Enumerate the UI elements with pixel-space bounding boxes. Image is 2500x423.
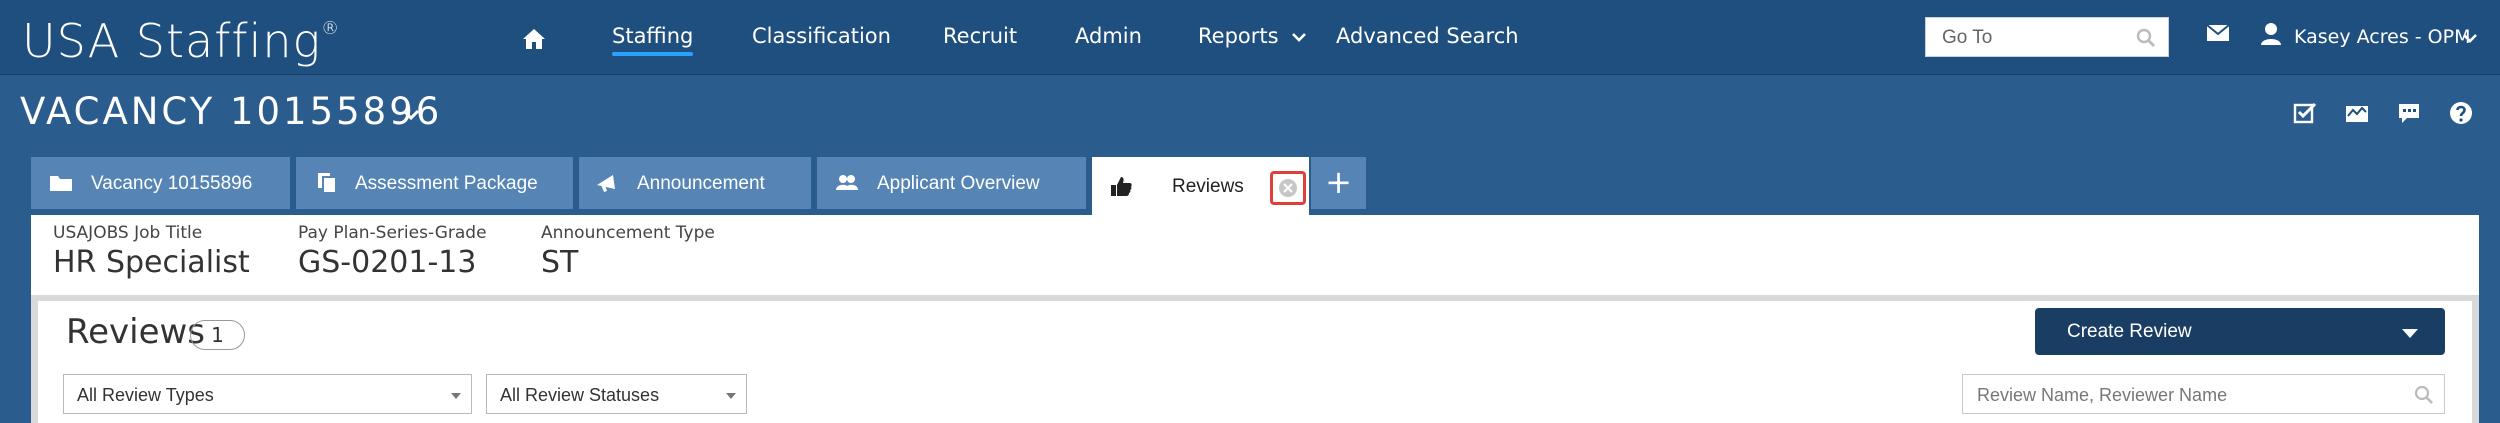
chevron-down-icon (1292, 33, 1307, 42)
home-icon[interactable] (522, 28, 546, 50)
job-title-value: HR Specialist (53, 245, 250, 280)
comment-icon[interactable] (2397, 101, 2421, 125)
reviews-panel: Reviews 1 Create Review All Review Types… (31, 295, 2479, 423)
announcement-type-value: ST (541, 245, 579, 280)
nav-reports[interactable]: Reports (1198, 24, 1307, 48)
nav-advanced-search[interactable]: Advanced Search (1336, 24, 1519, 48)
tab-announcement[interactable]: Announcement (579, 157, 811, 209)
review-type-value: All Review Types (77, 385, 214, 405)
add-tab-button[interactable]: + (1311, 157, 1366, 209)
review-type-select[interactable]: All Review Types (63, 374, 472, 414)
close-icon (1279, 179, 1297, 197)
checkbox-icon[interactable] (2293, 101, 2317, 125)
search-icon[interactable] (2414, 385, 2434, 405)
user-icon[interactable] (2260, 22, 2282, 46)
nav-admin[interactable]: Admin (1075, 24, 1142, 48)
goto-search (1925, 17, 2169, 57)
nav-reports-label: Reports (1198, 24, 1279, 48)
tab-assessment-package[interactable]: Assessment Package (296, 157, 573, 209)
tab-label: Assessment Package (355, 173, 538, 194)
vacancy-info: USAJOBS Job Title HR Specialist Pay Plan… (31, 215, 2479, 295)
reviews-panel-body: Reviews 1 Create Review All Review Types… (38, 301, 2472, 423)
dropdown-arrow-icon (726, 393, 736, 399)
top-navigation: USA Staffing® Staffing Classification Re… (0, 0, 2500, 75)
megaphone-icon (597, 175, 615, 192)
announcement-type-field: Announcement Type ST (541, 223, 715, 280)
nav-classification[interactable]: Classification (752, 24, 891, 48)
help-icon[interactable] (2449, 101, 2473, 125)
goto-input[interactable] (1942, 26, 2142, 50)
dashboard-icon[interactable] (2345, 101, 2369, 125)
mail-icon[interactable] (2206, 24, 2230, 42)
app-logo[interactable]: USA Staffing® (22, 14, 340, 68)
create-review-button[interactable]: Create Review (2035, 308, 2445, 355)
review-search (1962, 374, 2445, 414)
documents-icon (318, 173, 337, 194)
create-review-label: Create Review (2067, 321, 2192, 342)
pay-plan-value: GS-0201-13 (298, 245, 477, 280)
review-search-input[interactable] (1977, 384, 2397, 406)
caret-down-icon[interactable] (2402, 329, 2418, 338)
tab-applicant-overview[interactable]: Applicant Overview (817, 157, 1086, 209)
tab-label: Reviews (1172, 176, 1244, 197)
user-name[interactable]: Kasey Acres - OPM (2294, 26, 2470, 48)
vacancy-title[interactable]: VACANCY 10155896 (20, 90, 442, 133)
review-status-value: All Review Statuses (500, 385, 660, 405)
dropdown-arrow-icon (451, 393, 461, 399)
reviews-count-badge: 1 (190, 320, 245, 350)
nav-recruit[interactable]: Recruit (943, 24, 1017, 48)
thumbs-up-icon (1111, 177, 1132, 196)
tab-label: Vacancy 10155896 (91, 173, 253, 194)
review-status-select[interactable]: All Review Statuses (486, 374, 747, 414)
chevron-down-icon[interactable] (2462, 32, 2478, 44)
tab-label: Applicant Overview (877, 173, 1040, 194)
users-icon (836, 175, 858, 190)
job-title-field: USAJOBS Job Title HR Specialist (53, 223, 250, 280)
reviews-title: Reviews (66, 312, 206, 352)
job-title-label: USAJOBS Job Title (53, 223, 203, 243)
tab-label: Announcement (637, 173, 765, 194)
registered-mark: ® (321, 18, 341, 39)
tab-vacancy[interactable]: Vacancy 10155896 (31, 157, 290, 209)
pay-plan-label: Pay Plan-Series-Grade (298, 223, 487, 243)
close-tab-button[interactable] (1270, 171, 1306, 205)
pay-plan-field: Pay Plan-Series-Grade GS-0201-13 (298, 223, 487, 280)
search-icon[interactable] (2136, 28, 2156, 48)
nav-staffing[interactable]: Staffing (612, 24, 694, 56)
logo-text: USA Staffing (22, 14, 322, 68)
chevron-down-icon[interactable] (402, 108, 420, 121)
folder-icon (50, 176, 72, 191)
announcement-type-label: Announcement Type (541, 223, 715, 243)
